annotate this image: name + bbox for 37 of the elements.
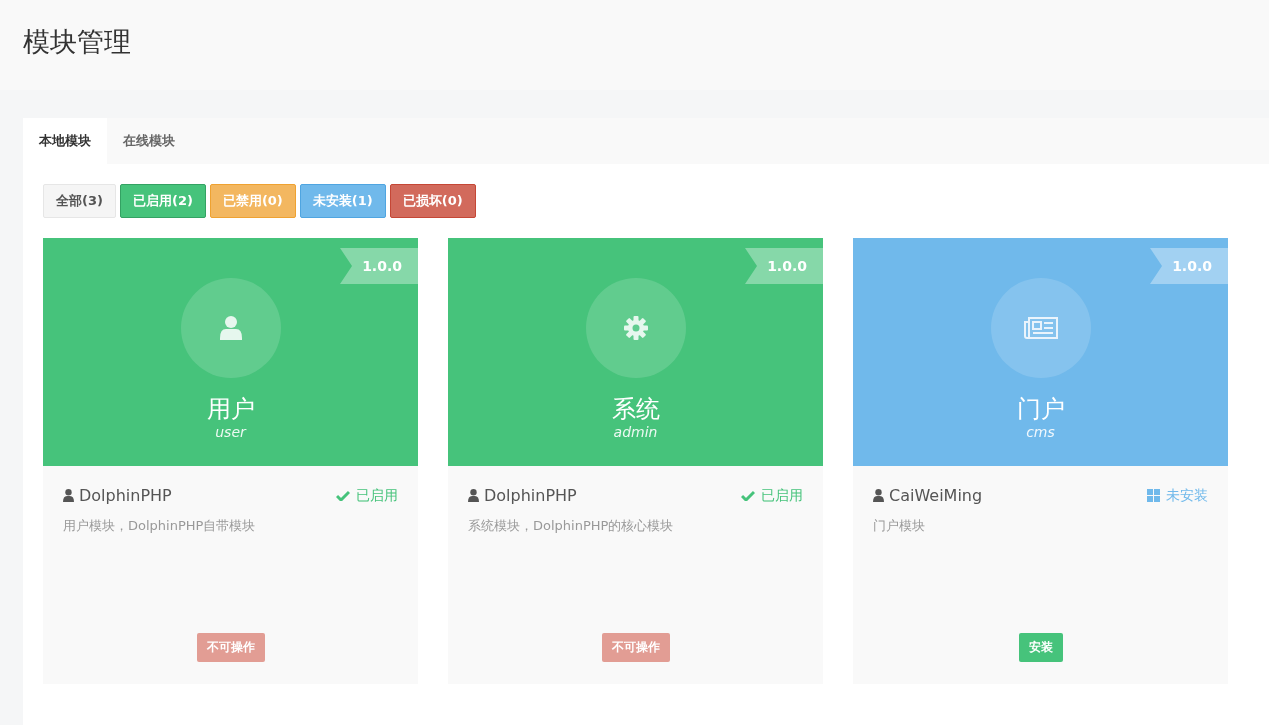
module-name: cms bbox=[1026, 424, 1055, 440]
person-icon bbox=[63, 489, 74, 502]
version-ribbon: 1.0.0 bbox=[745, 248, 823, 284]
filter-button[interactable]: 已禁用(0) bbox=[209, 184, 296, 218]
check-icon bbox=[741, 490, 755, 501]
module-description: 门户模块 bbox=[873, 517, 926, 535]
author-name: DolphinPHP bbox=[484, 486, 577, 505]
person-icon bbox=[468, 489, 479, 502]
module-title: 系统 bbox=[611, 394, 660, 424]
gear-icon bbox=[623, 316, 648, 340]
module-name: admin bbox=[613, 424, 658, 440]
version-ribbon: 1.0.0 bbox=[340, 248, 418, 284]
action-button[interactable]: 安装 bbox=[1018, 633, 1063, 662]
module-description: 用户模块，DolphinPHP自带模块 bbox=[63, 517, 257, 535]
module-status: 已启用 bbox=[336, 486, 398, 505]
person-icon bbox=[873, 489, 884, 502]
user-icon bbox=[219, 316, 242, 340]
filter-button[interactable]: 已损坏(0) bbox=[389, 184, 476, 218]
module-name: user bbox=[215, 424, 246, 440]
filter-button[interactable]: 全部(3) bbox=[43, 184, 116, 218]
tab[interactable]: 本地模块 bbox=[23, 118, 107, 164]
check-icon bbox=[336, 490, 350, 501]
page-title: 模块管理 bbox=[23, 25, 132, 59]
filter-button[interactable]: 未安装(1) bbox=[299, 184, 386, 218]
module-title: 用户 bbox=[206, 394, 255, 424]
grid-icon bbox=[1147, 489, 1160, 502]
module-status: 已启用 bbox=[741, 486, 803, 505]
author-name: CaiWeiMing bbox=[889, 486, 983, 505]
filter-button[interactable]: 已启用(2) bbox=[119, 184, 206, 218]
action-button[interactable]: 不可操作 bbox=[196, 633, 265, 662]
module-title: 门户 bbox=[1016, 394, 1065, 424]
action-button[interactable]: 不可操作 bbox=[601, 633, 670, 662]
module-status: 未安装 bbox=[1147, 486, 1208, 505]
module-description: 系统模块，DolphinPHP的核心模块 bbox=[468, 517, 675, 535]
newspaper-icon bbox=[1023, 316, 1058, 340]
author-name: DolphinPHP bbox=[79, 486, 172, 505]
version-ribbon: 1.0.0 bbox=[1150, 248, 1228, 284]
